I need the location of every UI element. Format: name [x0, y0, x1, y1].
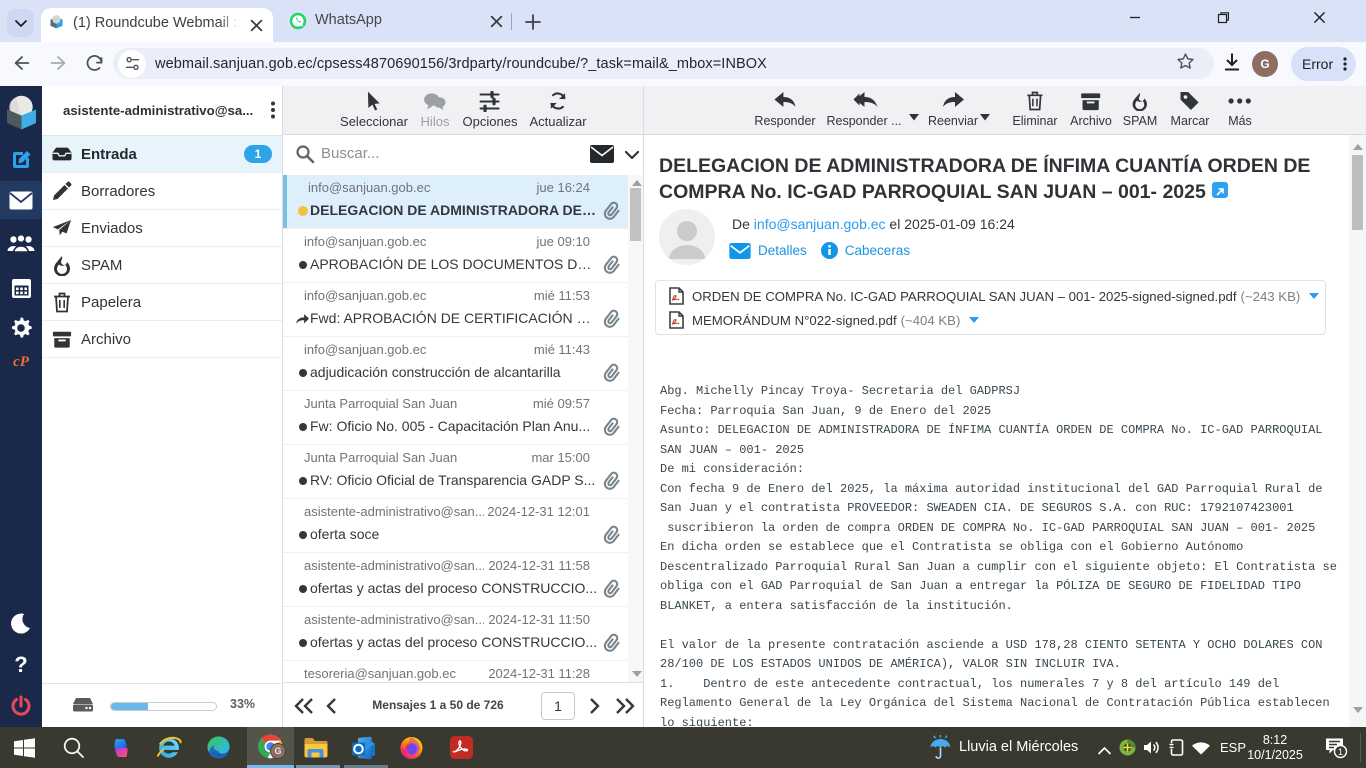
- svg-text:1: 1: [1338, 747, 1343, 757]
